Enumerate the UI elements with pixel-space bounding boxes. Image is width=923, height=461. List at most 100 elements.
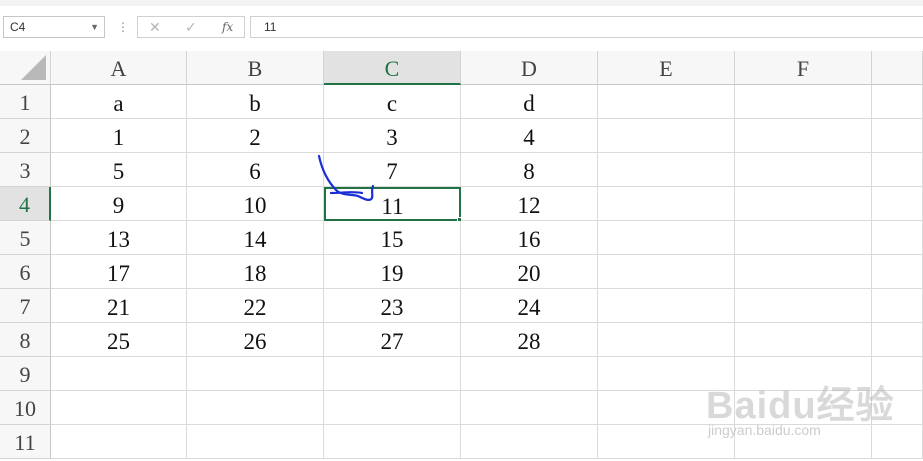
cell-b5[interactable]: 14 bbox=[187, 221, 324, 255]
cell-f4[interactable] bbox=[735, 187, 872, 221]
cell-c2[interactable]: 3 bbox=[324, 119, 461, 153]
cell-f5[interactable] bbox=[735, 221, 872, 255]
cell-d5[interactable]: 16 bbox=[461, 221, 598, 255]
enter-icon[interactable]: ✓ bbox=[185, 19, 197, 35]
cell-b9[interactable] bbox=[187, 357, 324, 391]
cell-c5[interactable]: 15 bbox=[324, 221, 461, 255]
cell-e1[interactable] bbox=[598, 85, 735, 119]
row-header-11[interactable]: 11 bbox=[0, 425, 51, 459]
cell-d4[interactable]: 12 bbox=[461, 187, 598, 221]
row-header-2[interactable]: 2 bbox=[0, 119, 51, 153]
cell-a2[interactable]: 1 bbox=[51, 119, 187, 153]
cell-b8[interactable]: 26 bbox=[187, 323, 324, 357]
cell-partial[interactable] bbox=[872, 119, 923, 153]
cell-a9[interactable] bbox=[51, 357, 187, 391]
cell-c9[interactable] bbox=[324, 357, 461, 391]
row-header-5[interactable]: 5 bbox=[0, 221, 51, 255]
cell-d10[interactable] bbox=[461, 391, 598, 425]
cell-d8[interactable]: 28 bbox=[461, 323, 598, 357]
cell-f6[interactable] bbox=[735, 255, 872, 289]
insert-function-icon[interactable]: fx bbox=[222, 19, 233, 35]
cell-d6[interactable]: 20 bbox=[461, 255, 598, 289]
cell-partial[interactable] bbox=[872, 391, 923, 425]
column-header-e[interactable]: E bbox=[598, 51, 735, 85]
cell-f10[interactable] bbox=[735, 391, 872, 425]
column-header-b[interactable]: B bbox=[187, 51, 324, 85]
row-header-10[interactable]: 10 bbox=[0, 391, 51, 425]
cell-f11[interactable] bbox=[735, 425, 872, 459]
cell-a11[interactable] bbox=[51, 425, 187, 459]
cell-e8[interactable] bbox=[598, 323, 735, 357]
column-header-a[interactable]: A bbox=[51, 51, 187, 85]
cell-e2[interactable] bbox=[598, 119, 735, 153]
cell-e4[interactable] bbox=[598, 187, 735, 221]
cell-partial[interactable] bbox=[872, 85, 923, 119]
cell-b6[interactable]: 18 bbox=[187, 255, 324, 289]
row-header-3[interactable]: 3 bbox=[0, 153, 51, 187]
cell-f9[interactable] bbox=[735, 357, 872, 391]
cell-c11[interactable] bbox=[324, 425, 461, 459]
column-header-partial[interactable] bbox=[872, 51, 923, 85]
cell-a10[interactable] bbox=[51, 391, 187, 425]
cell-c3[interactable]: 7 bbox=[324, 153, 461, 187]
cell-partial[interactable] bbox=[872, 357, 923, 391]
cell-c7[interactable]: 23 bbox=[324, 289, 461, 323]
cell-e10[interactable] bbox=[598, 391, 735, 425]
cell-e3[interactable] bbox=[598, 153, 735, 187]
cell-b2[interactable]: 2 bbox=[187, 119, 324, 153]
cell-f1[interactable] bbox=[735, 85, 872, 119]
cell-b3[interactable]: 6 bbox=[187, 153, 324, 187]
cell-c4[interactable]: 11 bbox=[324, 187, 461, 221]
cell-c10[interactable] bbox=[324, 391, 461, 425]
cell-partial[interactable] bbox=[872, 221, 923, 255]
cell-partial[interactable] bbox=[872, 187, 923, 221]
row-header-1[interactable]: 1 bbox=[0, 85, 51, 119]
cell-a7[interactable]: 21 bbox=[51, 289, 187, 323]
cell-b4[interactable]: 10 bbox=[187, 187, 324, 221]
cell-f3[interactable] bbox=[735, 153, 872, 187]
row-header-7[interactable]: 7 bbox=[0, 289, 51, 323]
more-options-icon[interactable]: ⋮ bbox=[117, 19, 129, 35]
cell-partial[interactable] bbox=[872, 153, 923, 187]
cell-f8[interactable] bbox=[735, 323, 872, 357]
cell-e11[interactable] bbox=[598, 425, 735, 459]
cell-f2[interactable] bbox=[735, 119, 872, 153]
cell-a4[interactable]: 9 bbox=[51, 187, 187, 221]
chevron-down-icon[interactable]: ▼ bbox=[90, 17, 99, 37]
cell-partial[interactable] bbox=[872, 425, 923, 459]
cell-a6[interactable]: 17 bbox=[51, 255, 187, 289]
cell-c1[interactable]: c bbox=[324, 85, 461, 119]
select-all-button[interactable] bbox=[0, 51, 51, 85]
cell-b11[interactable] bbox=[187, 425, 324, 459]
column-header-c[interactable]: C bbox=[324, 51, 461, 85]
cell-d7[interactable]: 24 bbox=[461, 289, 598, 323]
cell-f7[interactable] bbox=[735, 289, 872, 323]
cell-e6[interactable] bbox=[598, 255, 735, 289]
column-header-d[interactable]: D bbox=[461, 51, 598, 85]
row-header-8[interactable]: 8 bbox=[0, 323, 51, 357]
cell-d9[interactable] bbox=[461, 357, 598, 391]
cell-partial[interactable] bbox=[872, 255, 923, 289]
cell-partial[interactable] bbox=[872, 323, 923, 357]
row-header-9[interactable]: 9 bbox=[0, 357, 51, 391]
cell-a3[interactable]: 5 bbox=[51, 153, 187, 187]
cell-b10[interactable] bbox=[187, 391, 324, 425]
row-header-4[interactable]: 4 bbox=[0, 187, 51, 221]
column-header-f[interactable]: F bbox=[735, 51, 872, 85]
cancel-icon[interactable]: ✕ bbox=[149, 19, 161, 35]
cell-d2[interactable]: 4 bbox=[461, 119, 598, 153]
cell-e9[interactable] bbox=[598, 357, 735, 391]
cell-c8[interactable]: 27 bbox=[324, 323, 461, 357]
formula-input[interactable]: 11 bbox=[250, 16, 923, 38]
name-box[interactable]: C4 ▼ bbox=[3, 16, 105, 38]
cell-partial[interactable] bbox=[872, 289, 923, 323]
row-header-6[interactable]: 6 bbox=[0, 255, 51, 289]
cell-d1[interactable]: d bbox=[461, 85, 598, 119]
cell-b7[interactable]: 22 bbox=[187, 289, 324, 323]
cell-a8[interactable]: 25 bbox=[51, 323, 187, 357]
cell-e5[interactable] bbox=[598, 221, 735, 255]
cell-d11[interactable] bbox=[461, 425, 598, 459]
cell-b1[interactable]: b bbox=[187, 85, 324, 119]
cell-a5[interactable]: 13 bbox=[51, 221, 187, 255]
cell-c6[interactable]: 19 bbox=[324, 255, 461, 289]
